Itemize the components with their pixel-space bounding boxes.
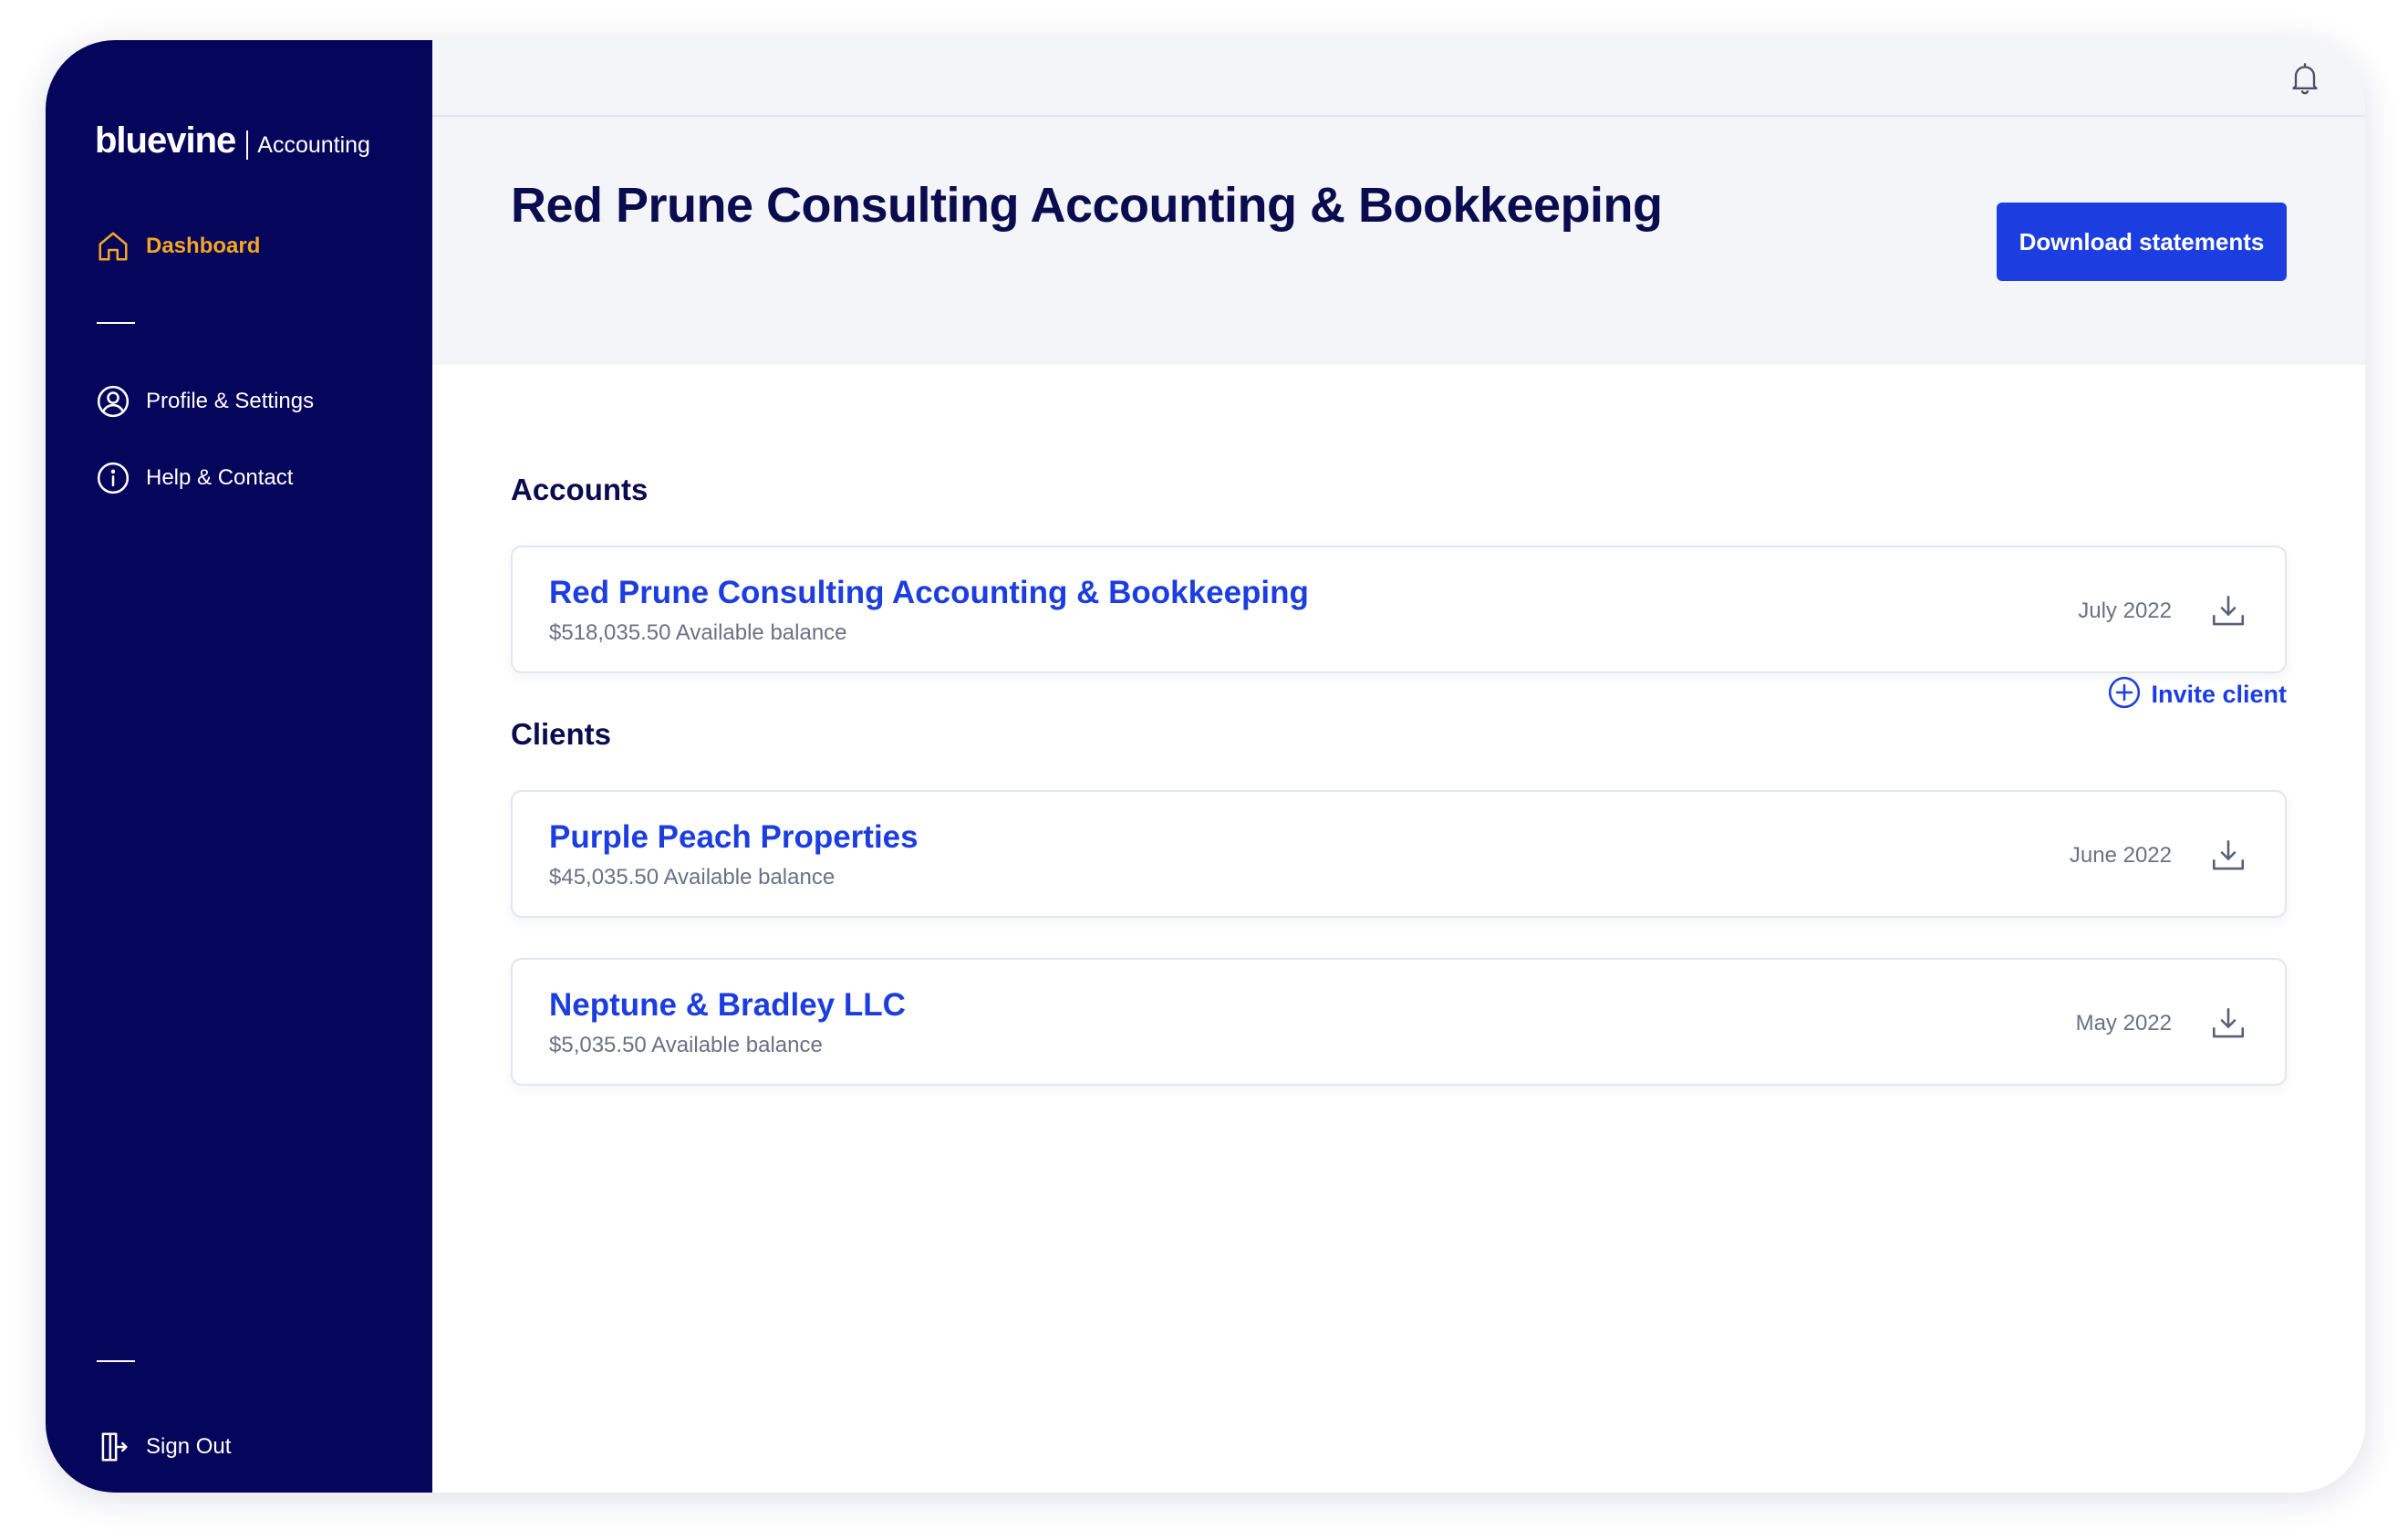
brand-name: bluevine	[95, 120, 236, 161]
sign-out-label: Sign Out	[146, 1434, 232, 1459]
home-icon	[95, 228, 131, 265]
sidebar-item-dashboard[interactable]: Dashboard	[95, 228, 260, 265]
client-name-link[interactable]: Neptune & Bradley LLC	[549, 987, 906, 1024]
brand-logo: bluevine Accounting	[95, 120, 370, 161]
user-circle-icon	[95, 383, 131, 420]
notification-bell-icon[interactable]	[2287, 60, 2323, 97]
client-balance: $45,035.50 Available balance	[549, 865, 836, 890]
invite-client-button[interactable]: Invite client	[2107, 675, 2287, 714]
accounts-section-title: Accounts	[511, 473, 649, 506]
download-icon[interactable]	[2208, 591, 2248, 631]
client-card[interactable]: Neptune & Bradley LLC $5,035.50 Availabl…	[511, 958, 2287, 1086]
download-icon[interactable]	[2208, 1004, 2248, 1044]
download-icon[interactable]	[2208, 836, 2248, 876]
account-balance: $518,035.50 Available balance	[549, 620, 847, 645]
sidebar-item-label: Profile & Settings	[146, 389, 315, 413]
statement-date: May 2022	[2075, 1011, 2172, 1035]
plus-circle-icon	[2107, 675, 2142, 714]
sidebar-item-help-contact[interactable]: Help & Contact	[95, 460, 293, 496]
client-card[interactable]: Purple Peach Properties $45,035.50 Avail…	[511, 790, 2287, 918]
account-name-link[interactable]: Red Prune Consulting Accounting & Bookke…	[549, 575, 1309, 611]
invite-client-label: Invite client	[2151, 681, 2287, 708]
sidebar-item-profile-settings[interactable]: Profile & Settings	[95, 383, 314, 420]
clients-section-title: Clients	[511, 717, 612, 751]
sidebar-divider	[97, 322, 135, 324]
account-card[interactable]: Red Prune Consulting Accounting & Bookke…	[511, 546, 2287, 673]
sign-out-icon	[95, 1429, 131, 1465]
statement-date: July 2022	[2078, 598, 2172, 623]
sidebar-item-label: Dashboard	[146, 234, 261, 258]
statement-date: June 2022	[2069, 843, 2172, 868]
info-circle-icon	[95, 460, 131, 496]
sidebar: bluevine Accounting Dashboard Profile &	[46, 40, 432, 1493]
client-balance: $5,035.50 Available balance	[549, 1033, 823, 1057]
download-statements-button[interactable]: Download statements	[1997, 203, 2287, 281]
sidebar-divider	[97, 1360, 135, 1362]
client-name-link[interactable]: Purple Peach Properties	[549, 819, 919, 856]
sidebar-item-label: Help & Contact	[146, 465, 294, 490]
sign-out-button[interactable]: Sign Out	[95, 1429, 231, 1465]
brand-product: Accounting	[257, 132, 370, 158]
top-bar	[432, 40, 2365, 117]
main-content: Red Prune Consulting Accounting & Bookke…	[432, 40, 2365, 1493]
app-window: bluevine Accounting Dashboard Profile &	[46, 40, 2365, 1493]
page-title: Red Prune Consulting Accounting & Bookke…	[511, 178, 1663, 233]
brand-separator	[246, 130, 249, 160]
